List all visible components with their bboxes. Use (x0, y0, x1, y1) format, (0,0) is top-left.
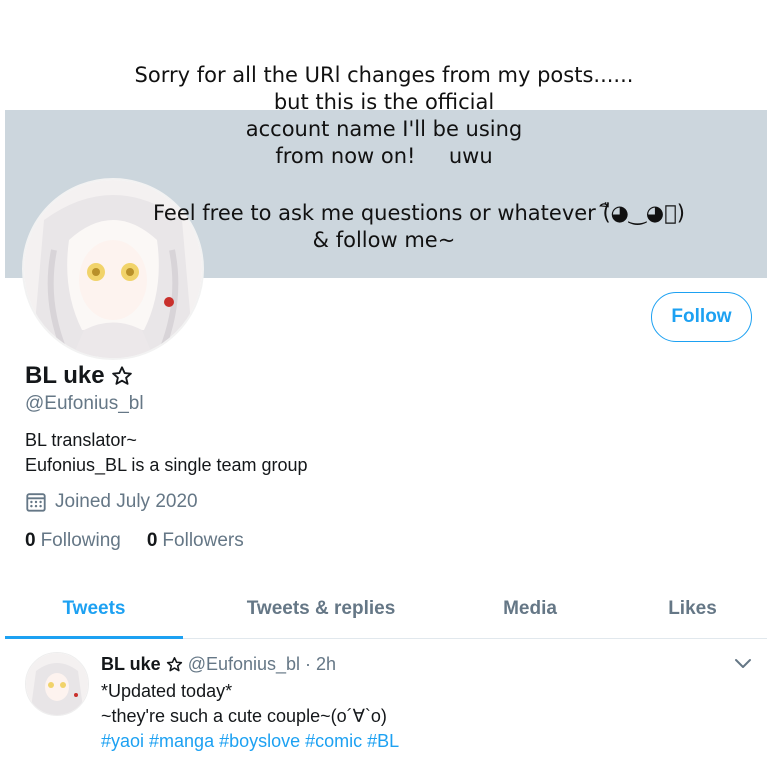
followers-label: Followers (162, 530, 244, 551)
tweet-avatar-illustration (26, 653, 88, 715)
follow-button[interactable]: Follow (651, 292, 752, 342)
followers-link[interactable]: 0 Followers (147, 530, 244, 552)
follow-stats: 0 Following 0 Followers (25, 530, 244, 552)
tweet-hashtags[interactable]: #yaoi #manga #boyslove #comic #BL (101, 731, 399, 752)
profile-name-text: BL uke (25, 362, 105, 389)
star-icon (111, 366, 132, 385)
following-link[interactable]: 0 Following (25, 530, 121, 552)
tab-tweets-replies[interactable]: Tweets & replies (211, 580, 431, 637)
following-count: 0 (25, 530, 36, 551)
profile-tabs: Tweets Tweets & replies Media Likes (5, 580, 767, 639)
profile-name: BL uke (25, 362, 133, 390)
tweet-header: BL uke @Eufonius_bl · 2h (101, 654, 336, 675)
joined-text: Joined July 2020 (55, 491, 198, 512)
followers-count: 0 (146, 530, 158, 551)
chevron-down-icon[interactable] (734, 656, 752, 670)
joined-date: Joined July 2020 (25, 491, 198, 513)
overlay-line: & follow me~ (312, 228, 456, 252)
overlay-line: Feel free to ask me questions or whateve… (153, 201, 685, 225)
tab-likes[interactable]: Likes (630, 580, 755, 637)
tab-media[interactable]: Media (465, 580, 595, 637)
tweet-avatar[interactable] (25, 652, 89, 716)
tab-tweets[interactable]: Tweets (5, 580, 183, 637)
profile-bio-line: BL translator~ (25, 430, 137, 450)
profile-handle: @Eufonius_bl (25, 393, 144, 414)
calendar-icon (26, 493, 46, 512)
overlay-line: from now on! uwu (275, 144, 493, 168)
overlay-line: Sorry for all the URl changes from my po… (134, 63, 634, 87)
tweet-text-line: *Updated today* (101, 681, 233, 701)
announcement-overlay: Sorry for all the URl changes from my po… (0, 62, 768, 254)
overlay-line: but this is the official (273, 90, 495, 114)
active-tab-indicator (5, 636, 183, 639)
following-label: Following (40, 530, 121, 551)
tweet-text-line: ~they're such a cute couple~(o´∀`o) (101, 706, 387, 726)
overlay-line: account name I'll be using (245, 117, 523, 141)
profile-bio-line: Eufonius_BL is a single team group (25, 455, 308, 475)
tweet-handle-time[interactable]: @Eufonius_bl · 2h (188, 654, 336, 675)
star-icon (166, 656, 182, 672)
tweet-author-name[interactable]: BL uke (101, 654, 161, 675)
